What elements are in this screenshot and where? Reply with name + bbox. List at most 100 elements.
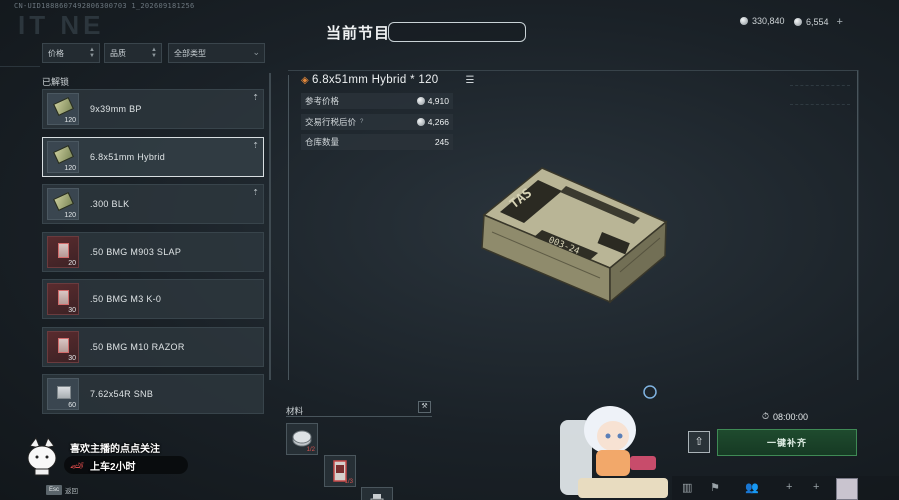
list-item[interactable]: 20 .50 BMG M903 SLAP [42, 231, 264, 272]
currency-a: 330,840 [740, 16, 785, 26]
material-quantity: 1/2 [306, 447, 315, 453]
friends-icon[interactable]: 👥 [745, 481, 759, 494]
list-item[interactable]: 30 .50 BMG M3 K-0 [42, 279, 264, 319]
price-sort-filter[interactable]: 价格 ▲ ▼ [42, 43, 100, 63]
chevron-down-icon: ⌄ [252, 47, 260, 57]
material-slot[interactable]: 1/3 [324, 455, 356, 487]
ammo-box-icon [58, 337, 69, 353]
flag-icon[interactable]: ⚑ [710, 481, 720, 494]
stat-row: 参考价格 4,910 [301, 93, 453, 109]
item-name: 6.8x51mm Hybrid [90, 151, 166, 162]
item-quantity: 30 [68, 354, 76, 362]
add-currency-button[interactable]: + [837, 16, 843, 28]
timer-icon: ⏱ [762, 411, 770, 421]
car-icon: 🏎 [70, 459, 84, 472]
stat-label: 交易行税后价 [305, 117, 357, 127]
ride-duration-pill: 🏎 上车2小时 [64, 456, 188, 474]
coin-icon [794, 18, 802, 26]
list-item[interactable]: 120 .300 BLK ⇡ [42, 184, 264, 224]
quality-filter-label: 品质 [110, 48, 126, 58]
ammo-box-icon [53, 97, 74, 116]
material-slot[interactable]: 1/2 [286, 423, 318, 455]
back-label: 返回 [65, 488, 78, 495]
price-filter-label: 价格 [48, 48, 64, 58]
avatar[interactable] [836, 478, 858, 500]
details-list-icon[interactable]: ☰ [463, 74, 477, 87]
esc-key-hint[interactable]: Esc [46, 485, 62, 495]
ammo-thumbnail-icon: 120 [47, 188, 79, 220]
item-quantity: 60 [68, 402, 76, 409]
ammo-box-icon [58, 290, 69, 305]
list-item[interactable]: 120 9x39mm BP ⇡ [42, 89, 264, 129]
restock-all-button[interactable]: 一键补齐 [717, 429, 857, 456]
background-logo: IT NE [18, 10, 105, 40]
stat-label: 仓库数量 [305, 137, 340, 147]
help-icon[interactable]: ? [360, 119, 363, 125]
stat-value-group: 245 [435, 137, 449, 147]
ammo-thumbnail-icon: 20 [47, 235, 79, 268]
item-name: 7.62x54R SNB [90, 389, 154, 399]
stat-value: 245 [434, 137, 449, 147]
add-icon[interactable]: + [786, 481, 792, 493]
uid-watermark: CN-UID1888607492806300703 1_202609181256 [14, 2, 195, 10]
add-icon[interactable]: + [813, 481, 819, 493]
upgrade-arrow-icon: ⇡ [252, 188, 259, 197]
materials-divider [286, 416, 432, 417]
stat-label: 参考价格 [305, 96, 340, 106]
materials-source-icon[interactable]: ⚒ [418, 401, 431, 413]
ammo-box-icon [57, 386, 71, 399]
currency-a-amount: 330,840 [752, 16, 785, 26]
ammo-thumbnail-icon: 120 [47, 140, 79, 173]
ride-duration-text: 上车2小时 [89, 461, 136, 473]
type-dropdown[interactable]: 全部类型 ⌄ [168, 43, 265, 63]
stat-value: 4,266 [427, 117, 449, 127]
ammo-thumbnail-icon: 30 [47, 283, 79, 315]
sort-arrows-icon: ▲ ▼ [151, 47, 157, 59]
page-title: 当前节目 [326, 25, 391, 42]
stat-row: 仓库数量 245 [301, 134, 453, 150]
stats-icon[interactable]: ▥ [682, 481, 692, 494]
list-item[interactable]: 30 .50 BMG M10 RAZOR [42, 326, 264, 367]
currency-b: 6,554 + [794, 16, 843, 28]
upgrade-button[interactable]: ⇧ [688, 431, 710, 453]
detail-frame-edge [288, 75, 289, 380]
decor-line [858, 70, 859, 380]
list-scrollbar[interactable] [269, 73, 271, 380]
item-name: .50 BMG M903 SLAP [90, 246, 182, 257]
ammo-box-icon [53, 144, 74, 164]
material-slot[interactable]: 1/3 [361, 487, 393, 500]
ammo-thumbnail-icon: 30 [47, 330, 79, 363]
item-quantity: 30 [68, 307, 76, 314]
stat-value-group: 4,910 [416, 96, 449, 106]
stat-row: 交易行税后价? 4,266 [301, 114, 453, 130]
decor-line [0, 66, 40, 67]
program-name-input[interactable] [388, 22, 526, 42]
ammo-box-icon [53, 192, 74, 211]
quality-sort-filter[interactable]: 品质 ▲ ▼ [104, 43, 162, 63]
item-name: .300 BLK [90, 199, 130, 209]
follow-prompt: 喜欢主播的点点关注 [70, 444, 160, 455]
sort-arrows-icon: ▲ ▼ [89, 47, 95, 59]
stat-value: 4,910 [427, 96, 449, 106]
coin-icon [416, 97, 425, 105]
item-quantity: 120 [64, 212, 76, 219]
item-name: .50 BMG M10 RAZOR [90, 341, 185, 352]
item-quantity: 20 [68, 259, 76, 267]
upgrade-arrow-icon: ⇡ [252, 93, 259, 102]
ammo-thumbnail-icon: 60 [47, 378, 79, 410]
list-item[interactable]: 60 7.62x54R SNB [42, 374, 264, 414]
item-quantity: 120 [64, 117, 76, 124]
item-quantity: 120 [64, 164, 76, 172]
cat-avatar-icon [22, 436, 62, 476]
item-title-text: 6.8x51mm Hybrid * 120 [312, 74, 439, 86]
silver-coin-icon [740, 17, 748, 25]
unlocked-section-label: 已解锁 [42, 77, 70, 87]
stat-value-group: 4,266 [416, 117, 449, 127]
item-name: 9x39mm BP [90, 104, 142, 114]
ammo-box-image: TAS 003-24 [470, 160, 680, 310]
ammo-thumbnail-icon: 120 [47, 93, 79, 125]
list-item[interactable]: 120 6.8x51mm Hybrid ⇡ [42, 136, 264, 177]
ammo-list: 120 9x39mm BP ⇡ 120 6.8x51mm Hybrid ⇡ 120 .300 … [42, 89, 264, 469]
timer-value: 08:00:00 [773, 411, 809, 422]
streamer-mascot-image [558, 380, 678, 500]
